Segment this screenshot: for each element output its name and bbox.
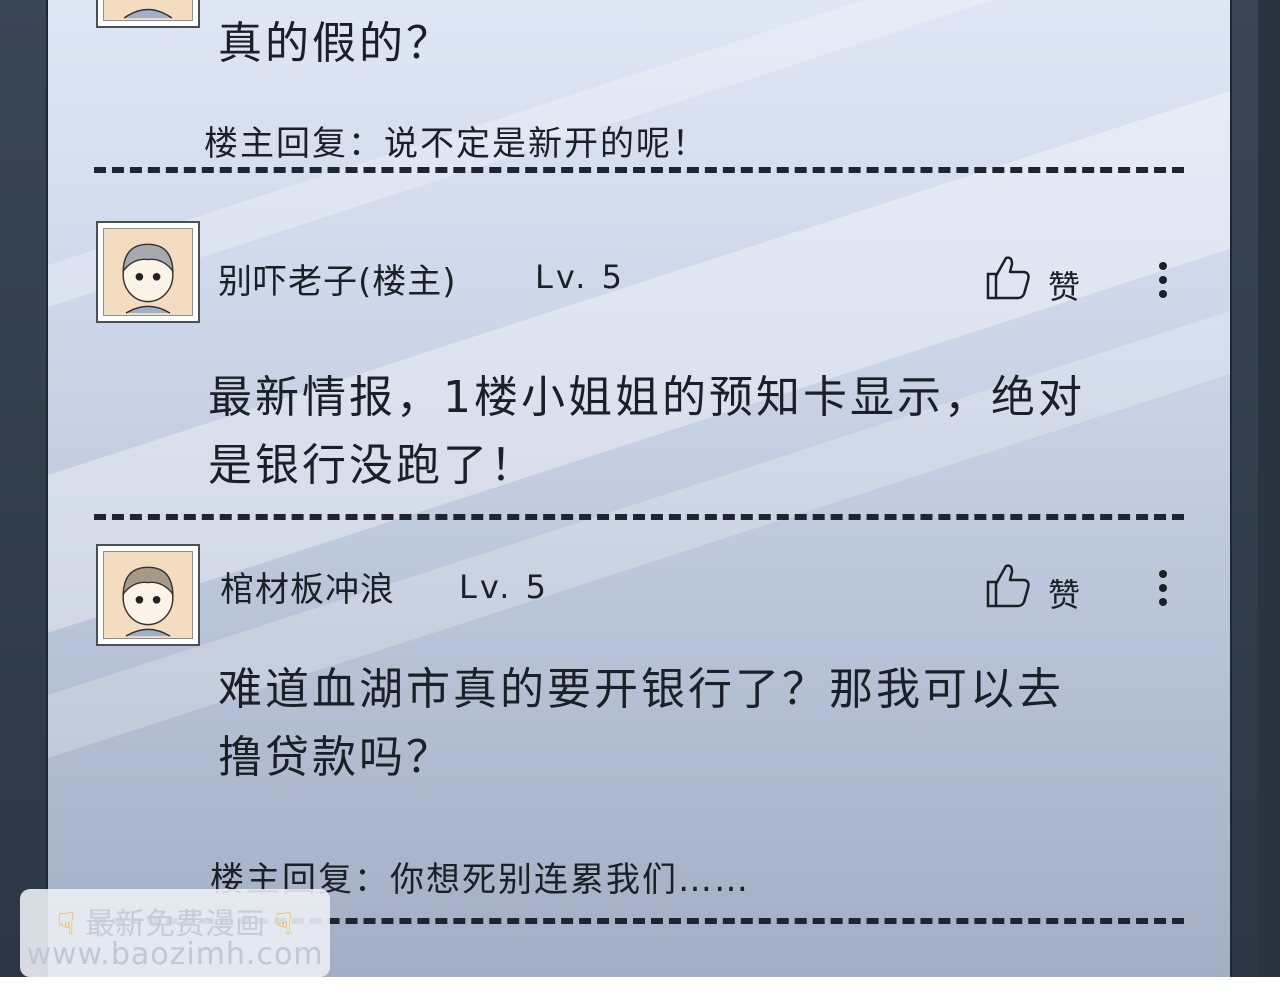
avatar-face-icon <box>103 0 193 21</box>
more-options-icon[interactable] <box>1159 570 1167 612</box>
thumbs-up-icon <box>986 256 1030 300</box>
comment-line: 最新情报，1楼小姐姐的预知卡显示，绝对 <box>208 372 1085 423</box>
comment-line: 撸贷款吗？ <box>218 732 453 783</box>
thumbs-up-icon <box>986 564 1030 608</box>
comment-line: 是银行没跑了！ <box>208 440 537 491</box>
like-label[interactable]: 赞 <box>1048 262 1080 308</box>
avatar[interactable] <box>96 0 200 28</box>
watermark-url: www.baozimh.com <box>26 937 324 972</box>
op-reply-text: 楼主回复：说不定是新开的呢！ <box>204 124 708 164</box>
comment-text: 难道血湖市真的要开银行了？那我可以去 撸贷款吗？ <box>218 656 1178 792</box>
like-button[interactable] <box>984 252 1032 306</box>
right-frame-edge <box>1258 0 1280 977</box>
user-level: Lv. 5 <box>535 258 625 296</box>
username[interactable]: 棺材板冲浪 <box>220 562 395 611</box>
watermark: ☟ 最新免费漫画 ☟ www.baozimh.com <box>20 889 330 977</box>
comment-line: 难道血湖市真的要开银行了？那我可以去 <box>218 664 1064 715</box>
user-level: Lv. 5 <box>459 568 549 606</box>
like-button[interactable] <box>984 560 1032 614</box>
more-options-icon[interactable] <box>1159 262 1167 304</box>
dashed-divider <box>94 514 1184 520</box>
like-label[interactable]: 赞 <box>1048 570 1080 616</box>
avatar-face-icon <box>103 228 193 316</box>
avatar[interactable] <box>96 544 200 646</box>
dashed-divider <box>94 167 1184 173</box>
comment-text: 真的假的？ <box>218 18 453 69</box>
username[interactable]: 别吓老子(楼主) <box>218 254 457 303</box>
avatar[interactable] <box>96 221 200 323</box>
avatar-face-icon <box>103 551 193 639</box>
comment-text: 最新情报，1楼小姐姐的预知卡显示，绝对 是银行没跑了！ <box>208 364 1168 500</box>
